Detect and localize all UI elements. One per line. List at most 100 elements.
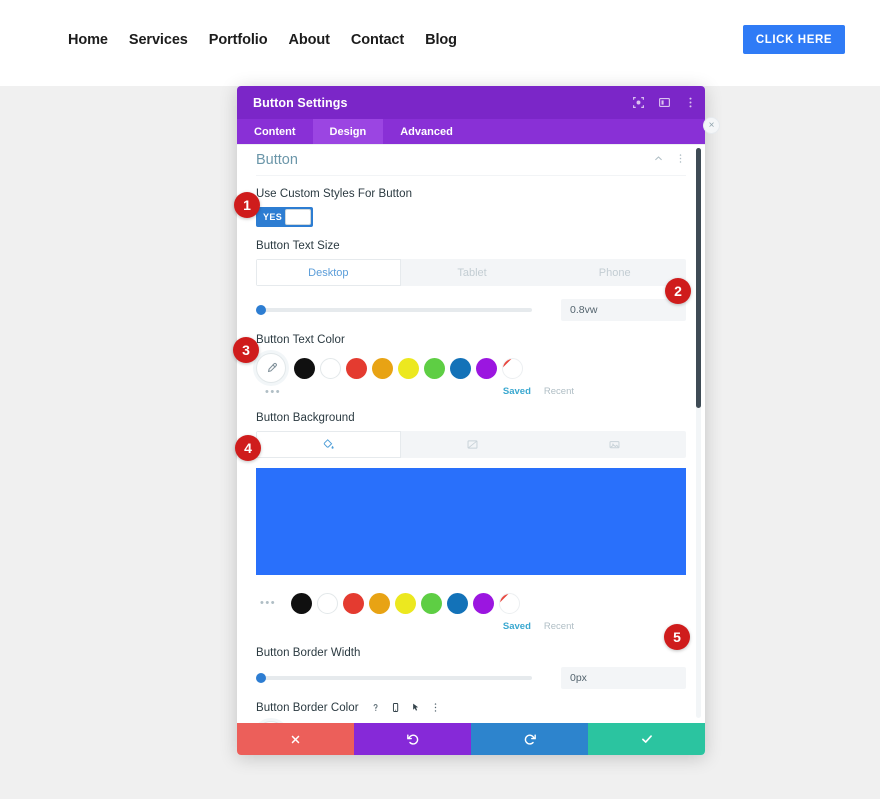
device-tab-phone[interactable]: Phone <box>543 259 686 286</box>
nav-item-blog[interactable]: Blog <box>425 32 457 48</box>
help-icon[interactable] <box>370 702 381 713</box>
swatch-green[interactable] <box>424 357 445 379</box>
undo-button[interactable] <box>354 723 471 755</box>
swatch-green[interactable] <box>421 592 443 614</box>
swatch-black[interactable] <box>294 357 315 379</box>
eyedropper-icon[interactable] <box>256 721 286 723</box>
section-header-button: Button <box>256 145 686 176</box>
button-text-size-slider-row: 0.8vw <box>256 299 686 321</box>
section-title: Button <box>256 152 298 168</box>
tab-content[interactable]: Content <box>237 119 313 144</box>
modal-header: Button Settings <box>237 86 705 119</box>
recent-colors-link[interactable]: Recent <box>544 386 574 397</box>
close-icon[interactable]: × <box>703 117 720 134</box>
modal-tabs: Content Design Advanced <box>237 119 705 145</box>
swatch-yellow[interactable] <box>398 357 419 379</box>
paint-bucket-icon[interactable] <box>256 431 401 458</box>
swatch-orange[interactable] <box>369 592 391 614</box>
button-text-color-palette <box>256 353 686 383</box>
button-border-color-icons <box>370 702 441 713</box>
button-background-color-preview[interactable] <box>256 468 686 575</box>
field-button-border-color: Button Border Color <box>256 702 686 723</box>
nav-item-about[interactable]: About <box>288 32 329 48</box>
button-text-color-label: Button Text Color <box>256 334 345 346</box>
responsive-icon[interactable] <box>390 702 401 713</box>
target-icon[interactable] <box>631 96 645 110</box>
modal-header-icons <box>631 96 697 110</box>
device-tab-tablet[interactable]: Tablet <box>400 259 544 286</box>
recent-colors-link[interactable]: Recent <box>544 621 574 632</box>
responsive-device-tabs: Desktop Tablet Phone <box>256 259 686 286</box>
nav-item-services[interactable]: Services <box>129 32 188 48</box>
toggle-knob[interactable] <box>285 209 311 225</box>
kebab-menu-icon[interactable] <box>430 702 441 713</box>
button-border-width-slider-row: 0px <box>256 667 686 689</box>
swatch-blue[interactable] <box>447 592 469 614</box>
image-icon[interactable] <box>543 431 686 458</box>
eyedropper-icon[interactable] <box>256 353 286 383</box>
saved-colors-link[interactable]: Saved <box>503 386 531 397</box>
callout-badge-4: 4 <box>235 435 261 461</box>
swatch-blue[interactable] <box>450 357 471 379</box>
saved-colors-link[interactable]: Saved <box>503 621 531 632</box>
button-border-color-palette <box>256 721 686 723</box>
tab-advanced[interactable]: Advanced <box>383 119 470 144</box>
main-navigation: Home Services Portfolio About Contact Bl… <box>68 32 457 48</box>
x-icon <box>291 735 300 743</box>
swatch-white[interactable] <box>320 357 341 379</box>
nav-item-contact[interactable]: Contact <box>351 32 404 48</box>
swatch-red[interactable] <box>346 357 367 379</box>
use-custom-styles-label: Use Custom Styles For Button <box>256 188 413 200</box>
site-header: Home Services Portfolio About Contact Bl… <box>0 0 880 80</box>
undo-icon <box>406 734 418 745</box>
callout-badge-1: 1 <box>234 192 260 218</box>
swatch-transparent[interactable] <box>499 592 521 614</box>
field-button-border-width: Button Border Width 0px <box>256 647 686 689</box>
button-border-color-label: Button Border Color <box>256 702 686 714</box>
field-button-background: Button Background ••• Saved Recent <box>256 412 686 634</box>
slider-handle[interactable] <box>256 673 266 683</box>
gradient-icon[interactable] <box>400 431 544 458</box>
kebab-menu-icon[interactable] <box>675 151 686 169</box>
nav-item-home[interactable]: Home <box>68 32 108 48</box>
swatch-red[interactable] <box>343 592 365 614</box>
callout-badge-3: 3 <box>233 337 259 363</box>
use-custom-styles-toggle[interactable]: YES <box>256 207 313 227</box>
swatch-black[interactable] <box>291 592 313 614</box>
toggle-value-label: YES <box>263 212 283 222</box>
scrollbar-thumb[interactable] <box>696 148 701 408</box>
field-use-custom-styles: Use Custom Styles For Button YES <box>256 188 686 227</box>
button-border-width-slider[interactable] <box>256 673 532 683</box>
redo-button[interactable] <box>471 723 588 755</box>
save-button[interactable] <box>588 723 705 755</box>
more-colors-icon[interactable]: ••• <box>256 386 281 398</box>
button-text-size-slider[interactable] <box>256 305 532 315</box>
chevron-up-icon[interactable] <box>653 151 664 169</box>
callout-badge-5: 5 <box>664 624 690 650</box>
swatch-purple[interactable] <box>476 357 497 379</box>
button-background-label: Button Background <box>256 412 355 424</box>
swatch-transparent[interactable] <box>502 357 523 379</box>
button-border-width-input[interactable]: 0px <box>561 667 686 689</box>
slider-handle[interactable] <box>256 305 266 315</box>
click-here-button[interactable]: CLICK HERE <box>743 25 845 54</box>
field-button-text-color: Button Text Color ••• Saved Recent <box>256 334 686 399</box>
cursor-hover-icon[interactable] <box>410 702 421 713</box>
device-tab-desktop[interactable]: Desktop <box>256 259 401 286</box>
callout-badge-2: 2 <box>665 278 691 304</box>
button-text-size-input[interactable]: 0.8vw <box>561 299 686 321</box>
swatch-orange[interactable] <box>372 357 393 379</box>
swatch-white[interactable] <box>317 592 339 614</box>
swatch-yellow[interactable] <box>395 592 417 614</box>
redo-icon <box>524 734 536 745</box>
more-colors-icon[interactable]: ••• <box>260 597 276 609</box>
swatch-purple[interactable] <box>473 592 495 614</box>
kebab-menu-icon[interactable] <box>683 96 697 110</box>
nav-item-portfolio[interactable]: Portfolio <box>209 32 268 48</box>
modal-action-bar <box>237 723 705 755</box>
cancel-button[interactable] <box>237 723 354 755</box>
field-button-text-size: Button Text Size Desktop Tablet Phone 0.… <box>256 240 686 321</box>
tab-design[interactable]: Design <box>312 119 384 144</box>
button-border-color-text: Button Border Color <box>256 702 359 714</box>
panel-layout-icon[interactable] <box>657 96 671 110</box>
